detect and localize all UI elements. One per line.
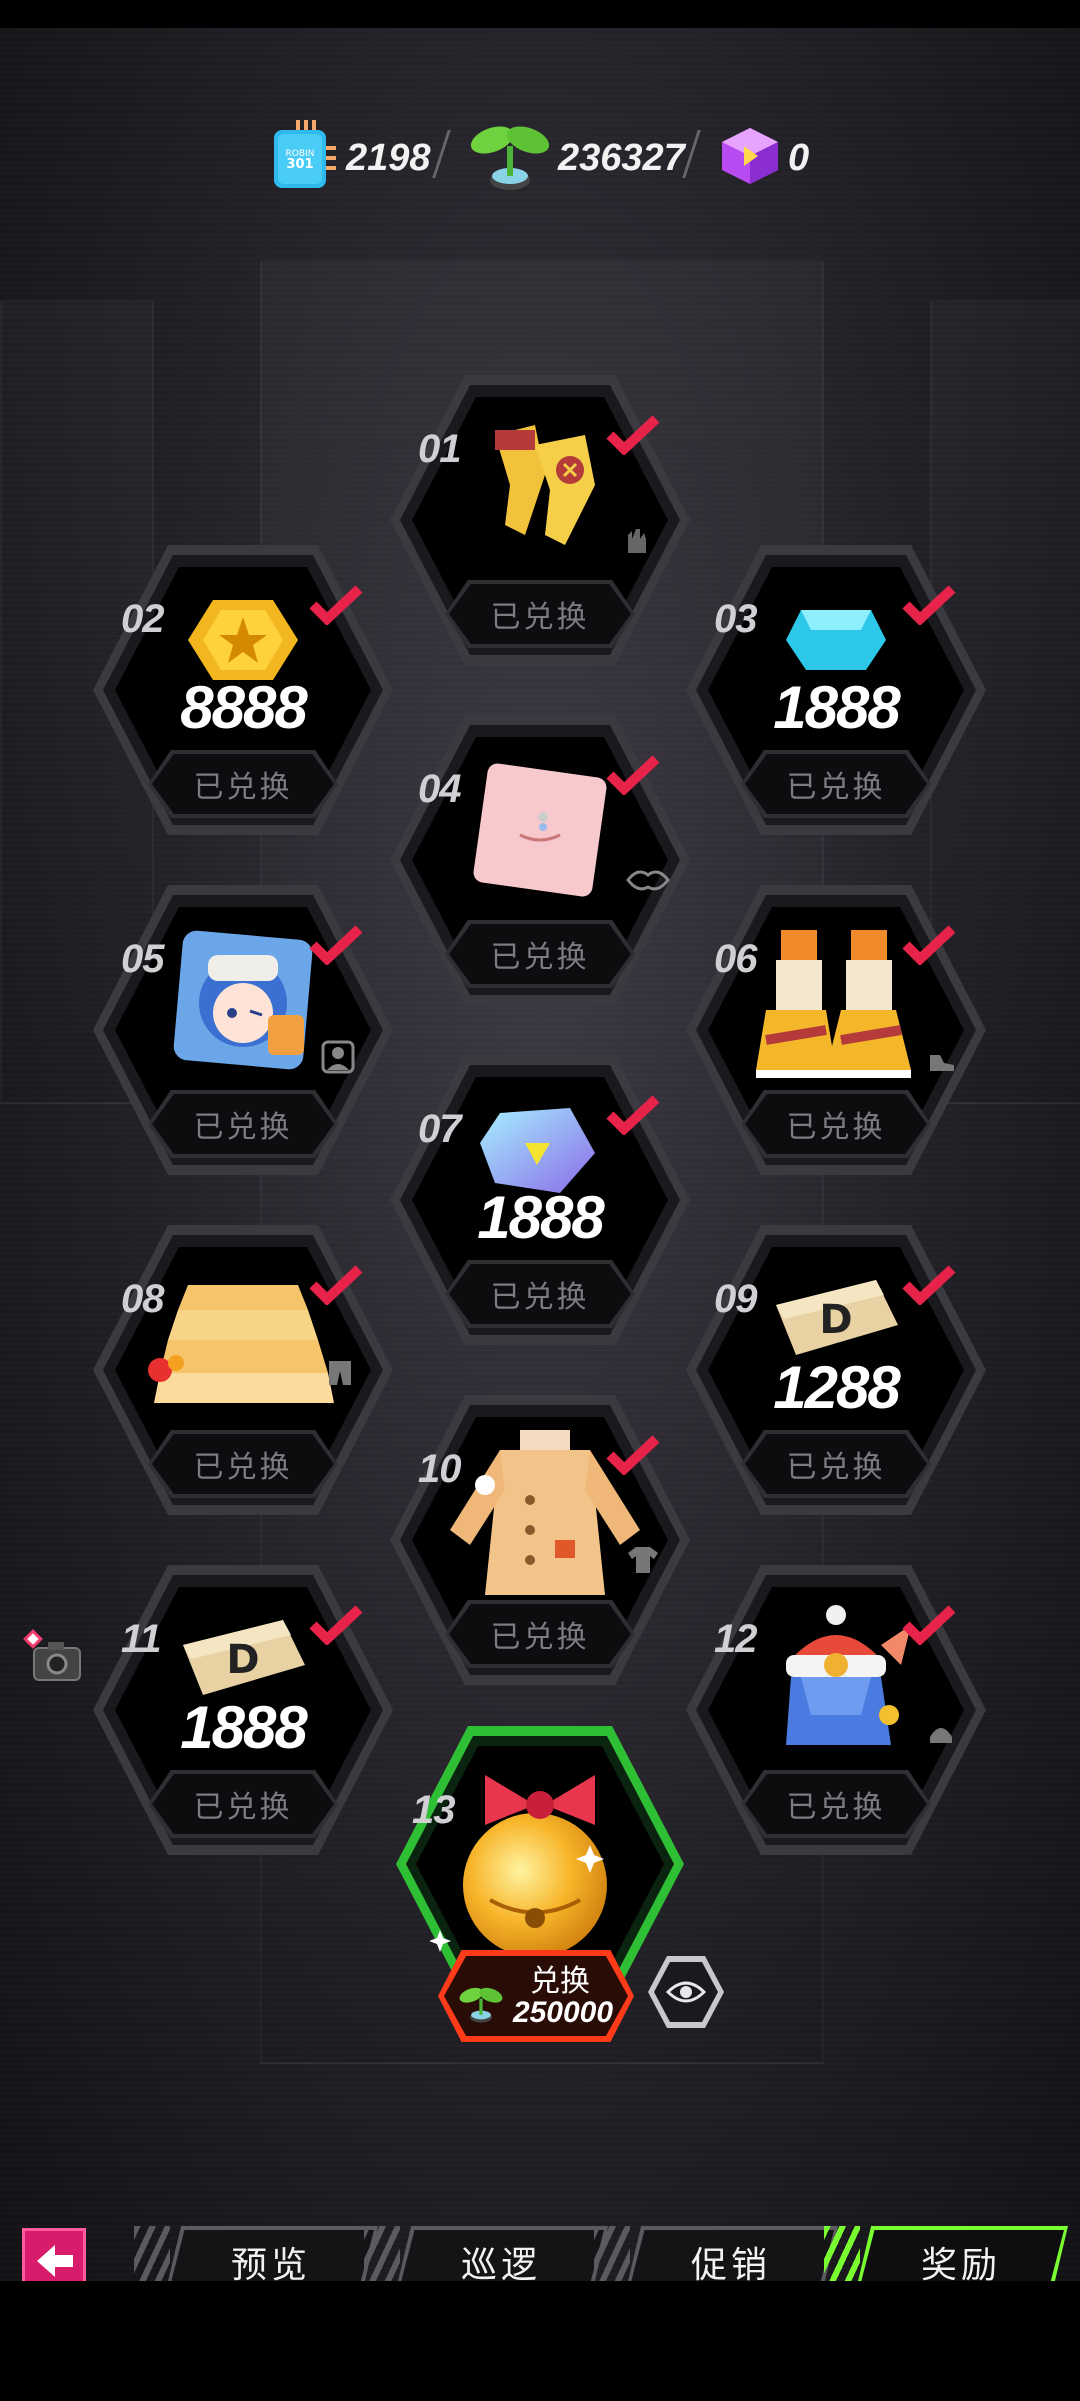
reward-card-07[interactable]: 07 1888 已兑换	[390, 1055, 690, 1345]
redeemed-button[interactable]: 已兑换	[148, 1090, 338, 1158]
navigation-bar-area	[0, 2281, 1080, 2401]
card-number: 11	[121, 1617, 162, 1661]
sprout-icon	[468, 116, 552, 201]
eye-icon	[666, 1981, 706, 2003]
redeemed-button[interactable]: 已兑换	[148, 1430, 338, 1498]
reward-amount: 1888	[180, 1694, 307, 1761]
redeemed-button[interactable]: 已兑换	[445, 1600, 635, 1668]
gloves-icon	[495, 425, 595, 545]
redeemed-check-icon	[309, 1265, 363, 1305]
reward-card-04[interactable]: 04 已兑换	[390, 715, 690, 1005]
reward-card-08[interactable]: 08 已兑换	[93, 1225, 393, 1515]
golden-bell-icon	[430, 1775, 607, 1957]
reward-card-12[interactable]: 12 已兑换	[686, 1565, 986, 1855]
card-number: 07	[418, 1107, 461, 1151]
redeem-cost: 250000	[512, 1996, 614, 2029]
redeem-label: 兑换	[530, 1964, 590, 1999]
card-number: 03	[714, 597, 757, 641]
reward-amount: 8888	[180, 674, 307, 741]
card-number: 12	[714, 1617, 757, 1661]
redeemed-check-icon	[606, 1095, 660, 1135]
mouth-piercing-icon	[473, 763, 607, 897]
card-number: 04	[418, 767, 461, 811]
reward-amount: 1888	[773, 674, 900, 741]
redeemed-button[interactable]: 已兑换	[445, 580, 635, 648]
d-ticket-icon: D	[183, 1620, 305, 1695]
redeemed-button[interactable]: 已兑换	[741, 1770, 931, 1838]
redeemed-button[interactable]: 已兑换	[741, 1090, 931, 1158]
avatar-portrait-icon	[173, 930, 313, 1070]
d-ticket-icon: D	[776, 1280, 898, 1355]
diamond-icon	[786, 610, 886, 670]
currency-cube: 0	[718, 118, 809, 198]
redeemed-button[interactable]: 已兑换	[445, 1260, 635, 1328]
sprout-count: 236327	[558, 136, 685, 179]
currency-sprout: 236327	[468, 118, 685, 198]
svg-text:D: D	[819, 1297, 852, 1343]
redeemed-button[interactable]: 已兑换	[148, 750, 338, 818]
card-number: 05	[121, 937, 164, 981]
card-number: 01	[418, 427, 461, 471]
redeemed-button[interactable]: 已兑换	[445, 920, 635, 988]
redeemed-check-icon	[902, 925, 956, 965]
chip-count: 2198	[346, 136, 431, 179]
redeemed-check-icon	[606, 755, 660, 795]
currency-bar: ROBIN 301 2198 236327 0	[0, 118, 1080, 198]
redeemed-check-icon	[902, 585, 956, 625]
redeemed-check-icon	[309, 925, 363, 965]
game-screen: ROBIN 301 2198 236327 0 01 已兑换 02 8888 已…	[0, 0, 1080, 2401]
head-slot-icon	[930, 1728, 952, 1743]
gold-coin-icon	[188, 600, 298, 680]
boots-icon	[756, 930, 911, 1078]
card-number: 09	[714, 1277, 757, 1321]
shirt-slot-icon	[628, 1547, 658, 1573]
redeemed-check-icon	[606, 415, 660, 455]
chip-card-icon: ROBIN 301	[270, 119, 340, 197]
camera-button[interactable]	[22, 1628, 84, 1688]
redeemed-button[interactable]: 已兑换	[741, 750, 931, 818]
featured-reward-card-13[interactable]: 13 兑换 250000	[390, 1720, 690, 2050]
svg-text:D: D	[226, 1637, 259, 1683]
back-arrow-icon	[37, 2245, 73, 2277]
redeemed-check-icon	[902, 1265, 956, 1305]
purple-cube-icon	[718, 124, 782, 193]
lips-slot-icon	[626, 870, 670, 891]
camera-icon	[23, 1629, 81, 1681]
shoe-slot-icon	[930, 1055, 954, 1071]
reward-amount: 1888	[477, 1184, 604, 1251]
reward-card-06[interactable]: 06 已兑换	[686, 885, 986, 1175]
reward-card-10[interactable]: 10 已兑换	[390, 1395, 690, 1685]
portrait-slot-icon	[321, 1040, 355, 1074]
redeemed-check-icon	[309, 1605, 363, 1645]
reward-card-01[interactable]: 01 已兑换	[390, 375, 690, 665]
svg-text:301: 301	[286, 157, 313, 172]
separator	[432, 130, 451, 178]
card-number: 02	[121, 597, 164, 641]
redeemed-check-icon	[606, 1435, 660, 1475]
hat-hair-icon	[786, 1605, 911, 1745]
reward-card-03[interactable]: 03 1888 已兑换	[686, 545, 986, 835]
redeemed-button[interactable]: 已兑换	[148, 1770, 338, 1838]
redeemed-check-icon	[309, 585, 363, 625]
reward-card-11[interactable]: 11 D 1888 已兑换	[93, 1565, 393, 1855]
status-bar-area	[0, 0, 1080, 28]
pants-slot-icon	[329, 1361, 351, 1385]
reward-card-02[interactable]: 02 8888 已兑换	[93, 545, 393, 835]
reward-card-05[interactable]: 05 已兑换	[93, 885, 393, 1175]
currency-chips: ROBIN 301 2198	[270, 118, 431, 198]
cube-count: 0	[788, 136, 810, 179]
glove-slot-icon	[628, 529, 646, 553]
redeemed-button[interactable]: 已兑换	[741, 1430, 931, 1498]
redeemed-check-icon	[902, 1605, 956, 1645]
reward-amount: 1288	[773, 1354, 900, 1421]
reward-card-09[interactable]: 09 D 1288 已兑换	[686, 1225, 986, 1515]
